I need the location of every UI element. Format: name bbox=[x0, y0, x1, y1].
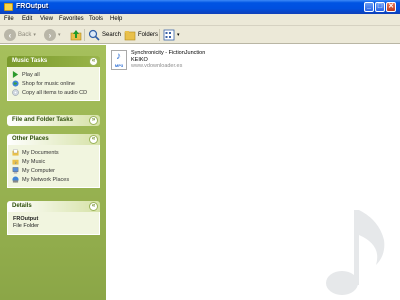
computer-icon bbox=[12, 167, 19, 174]
expand-chevron-icon[interactable]: » bbox=[89, 116, 98, 125]
task-shop-music[interactable]: Shop for music online bbox=[12, 79, 95, 88]
other-places-panel: Other Places « My Documents ♪ My Music M… bbox=[7, 134, 100, 188]
menu-view[interactable]: View bbox=[40, 16, 53, 22]
menu-favorites[interactable]: Favorites bbox=[59, 16, 84, 22]
toolbar-separator bbox=[159, 29, 160, 41]
task-pane: Music Tasks « Play all Shop for music on… bbox=[0, 45, 106, 300]
cd-icon bbox=[12, 89, 19, 96]
back-dropdown-icon[interactable]: ▾ bbox=[33, 32, 36, 38]
folder-icon bbox=[4, 3, 13, 11]
window-title: FROutput bbox=[16, 3, 49, 10]
place-my-music[interactable]: ♪ My Music bbox=[12, 157, 95, 166]
views-dropdown-icon[interactable]: ▾ bbox=[177, 32, 180, 38]
menu-help[interactable]: Help bbox=[110, 16, 122, 22]
place-my-computer[interactable]: My Computer bbox=[12, 166, 95, 175]
network-icon bbox=[12, 176, 19, 183]
collapse-chevron-icon[interactable]: « bbox=[89, 57, 98, 66]
details-panel: Details « FROutput File Folder bbox=[7, 201, 100, 235]
task-play-all[interactable]: Play all bbox=[12, 70, 95, 79]
other-places-body: My Documents ♪ My Music My Computer My N… bbox=[7, 145, 100, 188]
details-type: File Folder bbox=[13, 223, 39, 229]
documents-folder-icon bbox=[12, 149, 19, 156]
forward-arrow-icon: › bbox=[44, 29, 56, 41]
close-button[interactable]: ✕ bbox=[386, 2, 396, 12]
task-copy-cd[interactable]: Copy all items to audio CD bbox=[12, 88, 95, 97]
file-folder-tasks-header[interactable]: File and Folder Tasks » bbox=[7, 115, 100, 126]
menu-edit[interactable]: Edit bbox=[22, 16, 32, 22]
back-button[interactable]: ‹ Back ▾ bbox=[4, 28, 36, 42]
other-places-header[interactable]: Other Places « bbox=[7, 134, 100, 145]
details-header[interactable]: Details « bbox=[7, 201, 100, 212]
music-note-icon: ♪ bbox=[116, 51, 121, 62]
back-label: Back bbox=[18, 32, 32, 38]
menu-tools[interactable]: Tools bbox=[89, 16, 103, 22]
mp3-file-icon: ♪ MP3 bbox=[111, 50, 127, 70]
details-body: FROutput File Folder bbox=[7, 212, 100, 235]
task-label: Shop for music online bbox=[22, 80, 75, 87]
task-label: Copy all items to audio CD bbox=[22, 89, 88, 96]
place-label: My Music bbox=[22, 158, 46, 165]
toolbar-separator bbox=[84, 29, 85, 41]
details-name: FROutput bbox=[13, 216, 39, 222]
task-label: Play all bbox=[22, 71, 40, 78]
file-folder-tasks-panel: File and Folder Tasks » bbox=[7, 115, 100, 126]
file-name: Synchronicity - FictionJunction bbox=[131, 50, 206, 56]
minimize-button[interactable]: _ bbox=[364, 2, 374, 12]
folders-label: Folders bbox=[138, 32, 159, 38]
file-item[interactable]: ♪ MP3 Synchronicity - FictionJunction KE… bbox=[111, 50, 205, 70]
up-button[interactable] bbox=[70, 28, 82, 42]
file-source: www.vdownloader.es bbox=[131, 63, 183, 69]
forward-dropdown-icon[interactable]: ▾ bbox=[58, 32, 61, 38]
other-places-title: Other Places bbox=[12, 136, 49, 142]
file-ext: MP3 bbox=[114, 63, 124, 68]
collapse-chevron-icon[interactable]: « bbox=[89, 202, 98, 211]
file-folder-tasks-title: File and Folder Tasks bbox=[12, 117, 73, 123]
views-button[interactable]: ▾ bbox=[163, 28, 180, 42]
place-my-documents[interactable]: My Documents bbox=[12, 148, 95, 157]
menu-bar: File Edit View Favorites Tools Help bbox=[0, 14, 400, 38]
views-icon bbox=[163, 29, 175, 41]
maximize-button[interactable]: □ bbox=[375, 2, 385, 12]
collapse-chevron-icon[interactable]: « bbox=[89, 135, 98, 144]
menu-file[interactable]: File bbox=[4, 16, 14, 22]
folders-icon bbox=[124, 31, 136, 41]
toolbar: ‹ Back ▾ › ▾ Search Folders ▾ bbox=[0, 26, 400, 44]
search-icon bbox=[88, 29, 100, 41]
music-tasks-title: Music Tasks bbox=[12, 58, 48, 64]
place-label: My Computer bbox=[22, 167, 56, 174]
place-my-network[interactable]: My Network Places bbox=[12, 175, 95, 184]
details-title: Details bbox=[12, 203, 32, 209]
folder-up-icon bbox=[70, 30, 82, 41]
music-tasks-panel: Music Tasks « Play all Shop for music on… bbox=[7, 56, 100, 101]
music-note-watermark-icon bbox=[326, 210, 385, 295]
music-tasks-header[interactable]: Music Tasks « bbox=[7, 56, 100, 67]
back-arrow-icon: ‹ bbox=[4, 29, 16, 41]
music-folder-icon: ♪ bbox=[12, 159, 19, 165]
forward-button[interactable]: › ▾ bbox=[44, 28, 61, 42]
search-button[interactable]: Search bbox=[88, 28, 121, 42]
play-icon bbox=[12, 71, 19, 78]
place-label: My Network Places bbox=[22, 176, 70, 183]
search-label: Search bbox=[102, 32, 122, 38]
title-bar: FROutput _ □ ✕ bbox=[0, 0, 400, 14]
svg-text:♪: ♪ bbox=[15, 160, 17, 165]
music-tasks-body: Play all Shop for music online Copy all … bbox=[7, 67, 100, 101]
folders-button[interactable]: Folders bbox=[124, 28, 158, 42]
globe-icon bbox=[12, 80, 19, 87]
place-label: My Documents bbox=[22, 149, 59, 156]
file-list-area[interactable]: ♪ MP3 Synchronicity - FictionJunction KE… bbox=[106, 45, 400, 300]
